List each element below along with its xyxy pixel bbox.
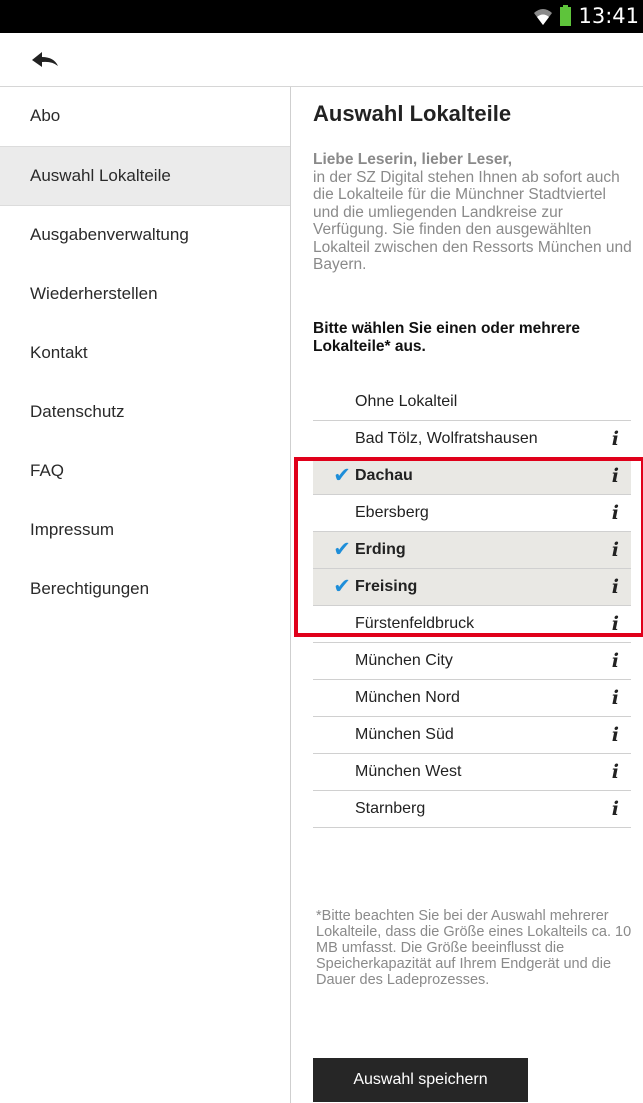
info-icon[interactable]: i: [612, 421, 619, 457]
main-content: Auswahl Lokalteile Liebe Leserin, lieber…: [291, 87, 643, 1103]
save-selection-button[interactable]: Auswahl speichern: [313, 1058, 528, 1102]
lokalteil-option[interactable]: ✔ Dachau i: [313, 458, 631, 495]
lokalteil-option-label: München West: [355, 763, 462, 780]
lokalteil-list: Ohne Lokalteil Bad Tölz, Wolfratshausen i ✔…: [313, 384, 631, 828]
intro-text: Liebe Leserin, lieber Leser, in der SZ D…: [313, 151, 633, 274]
sidebar-item[interactable]: Datenschutz: [0, 383, 290, 442]
info-icon[interactable]: i: [612, 791, 619, 827]
lokalteil-option[interactable]: München Nord i: [313, 680, 631, 717]
lokalteil-option[interactable]: München Süd i: [313, 717, 631, 754]
sidebar-item[interactable]: Ausgabenverwaltung: [0, 206, 290, 265]
footnote: *Bitte beachten Sie bei der Auswahl mehr…: [316, 908, 632, 988]
info-icon[interactable]: i: [612, 717, 619, 753]
info-icon[interactable]: i: [612, 680, 619, 716]
lokalteil-option-label: Bad Tölz, Wolfratshausen: [355, 430, 538, 447]
info-icon[interactable]: i: [612, 458, 619, 494]
page-title: Auswahl Lokalteile: [313, 101, 512, 126]
lokalteil-option-label: München Süd: [355, 726, 454, 743]
checkmark-icon: ✔: [333, 575, 351, 598]
lokalteil-option-label: Ohne Lokalteil: [355, 393, 458, 410]
sidebar-item[interactable]: Berechtigungen: [0, 560, 290, 619]
lokalteil-option-label: Dachau: [355, 467, 413, 484]
status-bar: 13:41: [0, 0, 643, 33]
checkmark-icon: ✔: [333, 464, 351, 487]
lokalteil-option-label: Erding: [355, 541, 406, 558]
lokalteil-option[interactable]: Bad Tölz, Wolfratshausen i: [313, 421, 631, 458]
lokalteil-option-label: Freising: [355, 578, 418, 595]
lokalteil-option-label: Fürstenfeldbruck: [355, 615, 475, 632]
wifi-icon: [534, 8, 553, 25]
intro-body: in der SZ Digital stehen Ihnen ab sofort…: [313, 168, 632, 274]
info-icon[interactable]: i: [612, 495, 619, 531]
info-icon[interactable]: i: [612, 569, 619, 605]
lokalteil-option-label: München City: [355, 652, 453, 669]
lokalteil-option-label: Starnberg: [355, 800, 426, 817]
selection-prompt: Bitte wählen Sie einen oder mehrere Loka…: [313, 320, 581, 355]
info-icon[interactable]: i: [612, 532, 619, 568]
intro-lead: Liebe Leserin, lieber Leser,: [313, 151, 513, 168]
lokalteil-option-label: Ebersberg: [355, 504, 429, 521]
lokalteil-option[interactable]: Ebersberg i: [313, 495, 631, 532]
lokalteil-option[interactable]: München City i: [313, 643, 631, 680]
info-icon[interactable]: i: [612, 643, 619, 679]
status-time: 13:41: [578, 4, 639, 28]
sidebar-item[interactable]: Abo: [0, 87, 290, 146]
lokalteil-option[interactable]: Ohne Lokalteil: [313, 384, 631, 421]
back-arrow-icon[interactable]: [30, 49, 60, 71]
lokalteil-option[interactable]: Starnberg i: [313, 791, 631, 828]
lokalteil-option[interactable]: München West i: [313, 754, 631, 791]
sidebar-item[interactable]: Auswahl Lokalteile: [0, 146, 290, 206]
sidebar-item[interactable]: FAQ: [0, 442, 290, 501]
lokalteil-option-label: München Nord: [355, 689, 460, 706]
checkmark-icon: ✔: [333, 538, 351, 561]
sidebar-item[interactable]: Wiederherstellen: [0, 265, 290, 324]
info-icon[interactable]: i: [612, 606, 619, 642]
battery-icon: [560, 5, 572, 26]
sidebar-item[interactable]: Impressum: [0, 501, 290, 560]
lokalteil-option[interactable]: ✔ Freising i: [313, 569, 631, 606]
info-icon[interactable]: i: [612, 754, 619, 790]
sidebar: Abo Auswahl Lokalteile Ausgabenverwaltung W…: [0, 87, 291, 1103]
action-bar: [0, 33, 643, 87]
sidebar-item[interactable]: Kontakt: [0, 324, 290, 383]
lokalteil-option[interactable]: ✔ Erding i: [313, 532, 631, 569]
lokalteil-option[interactable]: Fürstenfeldbruck i: [313, 606, 631, 643]
